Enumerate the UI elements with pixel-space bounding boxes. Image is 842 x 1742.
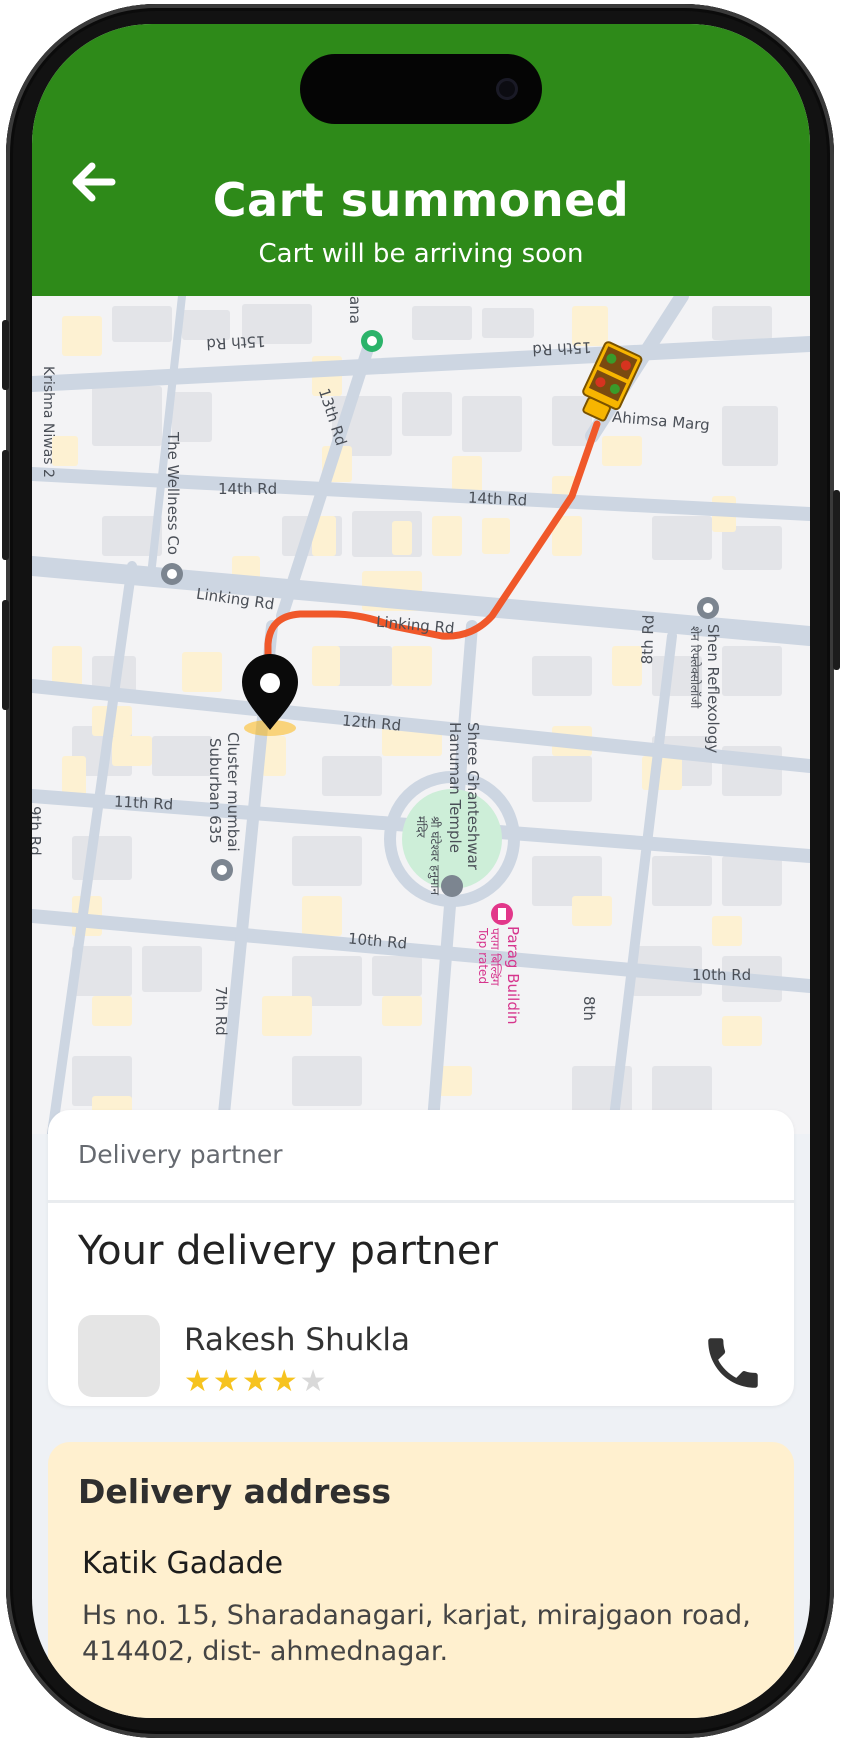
phone-icon (708, 1338, 758, 1388)
map-label-ana: ana (346, 296, 364, 324)
partner-name: Rakesh Shukla (184, 1322, 410, 1358)
star-filled-icon: ★ (184, 1364, 213, 1399)
top-header: Cart summoned Cart will be arriving soon (32, 24, 810, 296)
app-screen: Cart summoned Cart will be arriving soon (32, 24, 810, 1718)
star-filled-icon: ★ (212, 1364, 242, 1399)
recipient-name: Katik Gadade (82, 1546, 284, 1581)
map-label-shen-reflexology: Shen Reflexology (704, 624, 722, 754)
delivery-partner-card: Delivery partner Your delivery partner R… (48, 1110, 794, 1406)
map-label-8th-rd: 8th Rd (638, 614, 658, 665)
map-label-hanuman-temple: Shree Ghanteshwar Hanuman Temple (446, 722, 482, 870)
page-title: Cart summoned (212, 173, 630, 227)
address-heading: Delivery address (78, 1472, 392, 1511)
map-label-krishna-niwas: Krishna Niwas 2 (40, 366, 56, 478)
map-label-7th-rd: 7th Rd (212, 986, 230, 1036)
delivery-address-card: Delivery address Katik Gadade Hs no. 15,… (48, 1442, 794, 1718)
location-pin-icon (242, 654, 298, 736)
card-header: Delivery partner (48, 1110, 794, 1203)
map-label-cluster-mumbai: Cluster mumbai (224, 732, 242, 852)
map-label-top-rated: Top rated (476, 928, 490, 985)
front-camera (496, 78, 518, 100)
map-label-14th-rd: 14th Rd (218, 480, 278, 498)
map-label-10th-rd: 10th Rd (692, 966, 752, 984)
rating-stars: ★★★★★ (184, 1364, 329, 1399)
page-subtitle: Cart will be arriving soon (258, 239, 584, 269)
section-label: Delivery partner (78, 1140, 283, 1169)
dynamic-island (300, 54, 542, 124)
avatar (78, 1315, 160, 1397)
partner-heading: Your delivery partner (78, 1228, 498, 1274)
map-label-suburban: Suburban 635 (206, 738, 224, 844)
map-label-8th-rd: 8th (580, 996, 598, 1021)
address-text: Hs no. 15, Sharadanagari, karjat, mirajg… (82, 1600, 751, 1667)
tracking-map[interactable]: Krishna Niwas 2 ana 15th Rd 15th Rd 13th… (32, 296, 810, 1134)
side-button (2, 320, 9, 390)
map-label-11th-rd: 11th Rd (113, 792, 174, 814)
map-label-shen-reflexology-hi: शेन रिफ्लेक्सोलॉजी (688, 626, 702, 709)
map-label-hanuman-temple-hi: श्री घंटेश्वर हनुमान मंदिर (414, 816, 442, 896)
map-label-9th-rd: 9th Rd (32, 806, 44, 856)
map-label-15th-rd: 15th Rd (531, 338, 592, 360)
side-button (833, 490, 840, 670)
call-button[interactable] (700, 1330, 766, 1396)
side-button (2, 600, 9, 710)
map-label-parag-building: Parag Buildin (504, 926, 522, 1025)
side-button (2, 450, 9, 560)
star-filled-icon: ★ (241, 1364, 271, 1399)
map-label-14th-rd: 14th Rd (467, 488, 528, 510)
map-label-wellness-co: The Wellness Co (164, 432, 182, 555)
map-label-15th-rd: 15th Rd (205, 332, 266, 354)
star-empty-icon: ★ (299, 1364, 329, 1399)
star-filled-icon: ★ (270, 1364, 300, 1399)
